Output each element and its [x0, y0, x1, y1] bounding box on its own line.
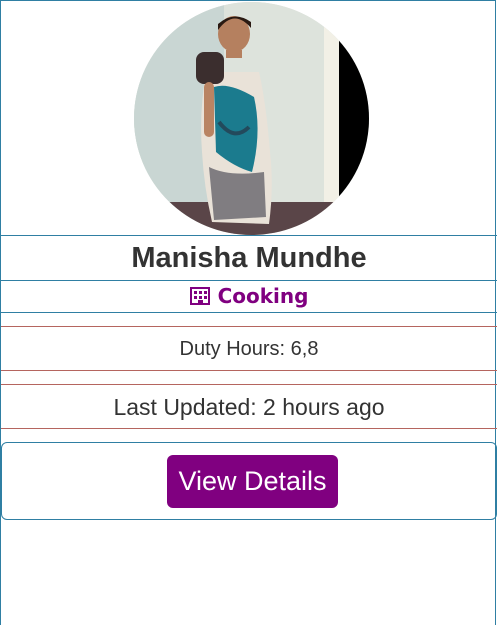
actions-panel: View Details — [1, 442, 497, 520]
profile-photo — [134, 2, 369, 235]
last-updated: Last Updated: 2 hours ago — [113, 394, 385, 420]
category-row: Cooking — [1, 281, 497, 313]
spacer-row — [1, 371, 497, 385]
view-details-button[interactable]: View Details — [167, 455, 338, 508]
category-label: Cooking — [217, 284, 309, 308]
duty-hours: Duty Hours: 6,8 — [179, 338, 319, 360]
photo-section — [1, 1, 497, 236]
last-updated-row: Last Updated: 2 hours ago — [1, 385, 497, 429]
building-icon — [189, 287, 210, 305]
duty-hours-row: Duty Hours: 6,8 — [1, 327, 497, 371]
category-badge: Cooking — [189, 281, 309, 311]
name-row: Manisha Mundhe — [1, 236, 497, 281]
profile-name: Manisha Mundhe — [131, 242, 367, 274]
spacer-row — [1, 313, 497, 327]
profile-card: Manisha Mundhe Cooking Duty Hours: 6,8 L… — [0, 0, 497, 625]
